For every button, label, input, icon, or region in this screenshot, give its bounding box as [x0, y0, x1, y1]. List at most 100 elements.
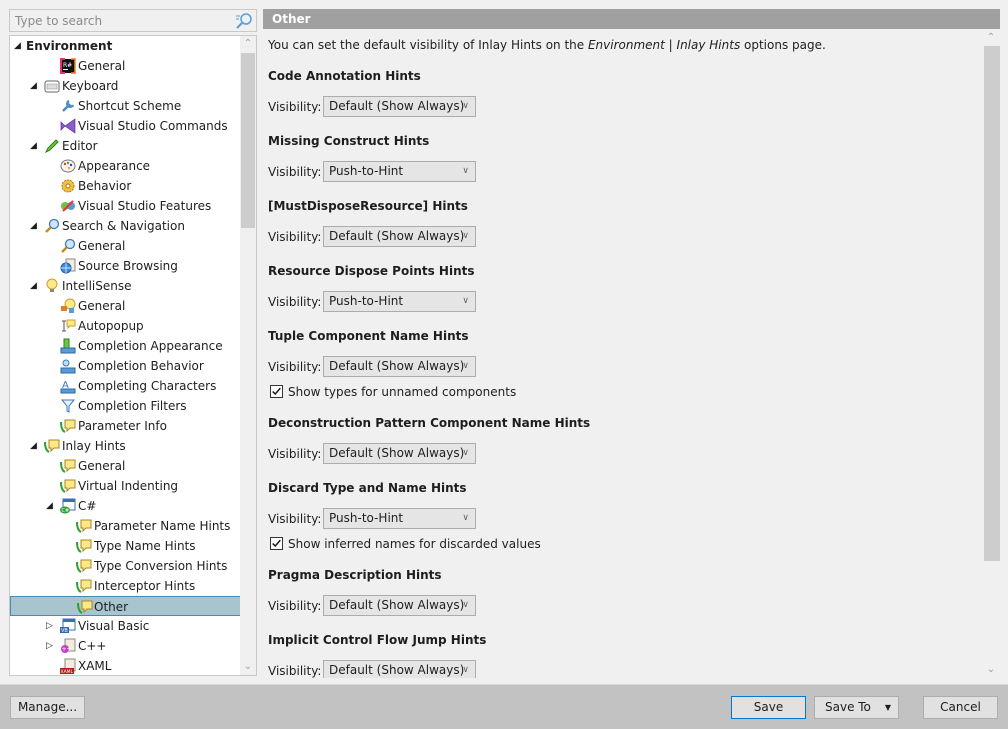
visual-studio-icon — [60, 118, 76, 134]
visibility-label: Visibility: — [268, 512, 322, 526]
tree-item[interactable]: General — [10, 296, 241, 316]
tree-item[interactable]: ▷ VB Visual Basic — [10, 616, 241, 636]
visibility-dropdown[interactable]: Default (Show Always) ∨ — [323, 356, 476, 377]
visibility-dropdown[interactable]: Push-to-Hint ∨ — [323, 291, 476, 312]
tree-item-label: General — [78, 459, 126, 473]
chevron-down-icon: ∨ — [462, 231, 469, 241]
tree-item[interactable]: Type Name Hints — [10, 536, 241, 556]
tree-item-label: Inlay Hints — [62, 439, 126, 453]
save-to-button[interactable]: Save To ▼ — [814, 696, 899, 719]
tree-item[interactable]: Source Browsing — [10, 256, 241, 276]
tree-item[interactable]: Appearance — [10, 156, 241, 176]
tree-item[interactable]: XAML XAML — [10, 656, 241, 675]
hint-bubble-icon — [76, 578, 92, 594]
magnifier-icon — [60, 238, 76, 254]
tree-item[interactable]: ◢ Environment — [10, 36, 241, 56]
section-title: Deconstruction Pattern Component Name Hi… — [268, 416, 591, 430]
visibility-value: Default (Show Always) — [329, 359, 465, 373]
tree-item[interactable]: Type Conversion Hints — [10, 556, 241, 576]
intro-link[interactable]: Environment | Inlay Hints — [588, 38, 740, 52]
lightbulb-icon — [44, 278, 60, 294]
hint-bubble-icon — [60, 458, 76, 474]
save-to-label: Save To — [825, 700, 871, 714]
tree-item-label: Shortcut Scheme — [78, 99, 182, 113]
section-title: Code Annotation Hints — [268, 69, 421, 83]
tree-list: ◢ Environment R# General ◢ Keyboard Shortcut S… — [10, 36, 241, 675]
palette-icon — [60, 158, 76, 174]
tree-item[interactable]: ◢ Keyboard — [10, 76, 241, 96]
scroll-up-icon[interactable]: ⌃ — [240, 36, 256, 52]
tree-item[interactable]: ◢ IntelliSense — [10, 276, 241, 296]
svg-text:R#: R# — [63, 62, 72, 69]
tree-item[interactable]: Visual Studio Commands — [10, 116, 241, 136]
visibility-dropdown[interactable]: Default (Show Always) ∨ — [323, 443, 476, 464]
chevron-down-icon: ∨ — [462, 600, 469, 610]
tree-item[interactable]: ◢ Editor — [10, 136, 241, 156]
scroll-down-icon[interactable]: ⌄ — [240, 659, 256, 675]
tree-item[interactable]: Parameter Name Hints — [10, 516, 241, 536]
tree-item[interactable]: Behavior — [10, 176, 241, 196]
expanded-arrow-icon[interactable]: ◢ — [30, 276, 40, 296]
visibility-dropdown[interactable]: Push-to-Hint ∨ — [323, 161, 476, 182]
tree-item[interactable]: Completion Filters — [10, 396, 241, 416]
tree-item[interactable]: General — [10, 236, 241, 256]
collapsed-arrow-icon[interactable]: ▷ — [46, 636, 56, 656]
visibility-value: Push-to-Hint — [329, 511, 404, 525]
visibility-dropdown[interactable]: Push-to-Hint ∨ — [323, 508, 476, 529]
expanded-arrow-icon[interactable]: ◢ — [14, 36, 24, 56]
pencil-icon — [44, 138, 60, 154]
content-scrollbar[interactable]: ⌃ ⌄ — [983, 30, 1000, 678]
scroll-down-icon[interactable]: ⌄ — [983, 662, 999, 678]
visibility-dropdown[interactable]: Default (Show Always) ∨ — [323, 595, 476, 616]
tree-item-label: Editor — [62, 139, 98, 153]
tree-scrollbar-thumb[interactable] — [241, 53, 255, 228]
collapsed-arrow-icon[interactable]: ▷ — [46, 616, 56, 636]
search-icon[interactable] — [235, 12, 253, 30]
visibility-dropdown[interactable]: Default (Show Always) ∨ — [323, 226, 476, 247]
tree-item[interactable]: Parameter Info — [10, 416, 241, 436]
tree-item[interactable]: Autopopup — [10, 316, 241, 336]
tree-item[interactable]: R# General — [10, 56, 241, 76]
checkbox[interactable] — [270, 385, 283, 398]
tree-item-label: Source Browsing — [78, 259, 178, 273]
content-scrollbar-thumb[interactable] — [984, 46, 1000, 561]
tree-item[interactable]: Virtual Indenting — [10, 476, 241, 496]
tree-item[interactable]: ◢ Inlay Hints — [10, 436, 241, 456]
search-input[interactable] — [10, 10, 256, 31]
expanded-arrow-icon[interactable]: ◢ — [30, 136, 40, 156]
dropdown-arrow-icon: ▼ — [884, 703, 891, 712]
visibility-dropdown[interactable]: Default (Show Always) ∨ — [323, 660, 476, 678]
tree-item[interactable]: Interceptor Hints — [10, 576, 241, 596]
expanded-arrow-icon[interactable]: ◢ — [30, 76, 40, 96]
expanded-arrow-icon[interactable]: ◢ — [30, 216, 40, 236]
tree-item[interactable]: ◢ C# C# — [10, 496, 241, 516]
tree-item[interactable]: Completion Appearance — [10, 336, 241, 356]
scroll-up-icon[interactable]: ⌃ — [983, 30, 999, 46]
checkbox[interactable] — [270, 537, 283, 550]
tree-item[interactable]: ◢ Search & Navigation — [10, 216, 241, 236]
expanded-arrow-icon[interactable]: ◢ — [46, 496, 56, 516]
tree-item[interactable]: ▷ ++ C++ — [10, 636, 241, 656]
visibility-value: Default (Show Always) — [329, 446, 465, 460]
save-button[interactable]: Save — [731, 696, 806, 719]
chevron-down-icon: ∨ — [462, 513, 469, 523]
tree-item[interactable]: Shortcut Scheme — [10, 96, 241, 116]
manage-button[interactable]: Manage... — [10, 696, 85, 719]
tree-item[interactable]: Completion Behavior — [10, 356, 241, 376]
visibility-value: Push-to-Hint — [329, 164, 404, 178]
tree-item-label: Completion Appearance — [78, 339, 223, 353]
tree-item-label: Parameter Name Hints — [94, 519, 231, 533]
tree-item-label: Interceptor Hints — [94, 579, 196, 593]
gear-icon — [60, 178, 76, 194]
tree-item[interactable]: A Completing Characters — [10, 376, 241, 396]
section-title: Missing Construct Hints — [268, 134, 430, 148]
tree-scrollbar[interactable]: ⌃ ⌄ — [240, 36, 256, 675]
expanded-arrow-icon[interactable]: ◢ — [30, 436, 40, 456]
tree-item[interactable]: General — [10, 456, 241, 476]
tree-item[interactable]: Other — [10, 596, 241, 616]
tree-item-label: Parameter Info — [78, 419, 167, 433]
cancel-button[interactable]: Cancel — [923, 696, 998, 719]
hint-bubble-icon — [60, 418, 76, 434]
visibility-dropdown[interactable]: Default (Show Always) ∨ — [323, 96, 476, 117]
tree-item[interactable]: Visual Studio Features — [10, 196, 241, 216]
